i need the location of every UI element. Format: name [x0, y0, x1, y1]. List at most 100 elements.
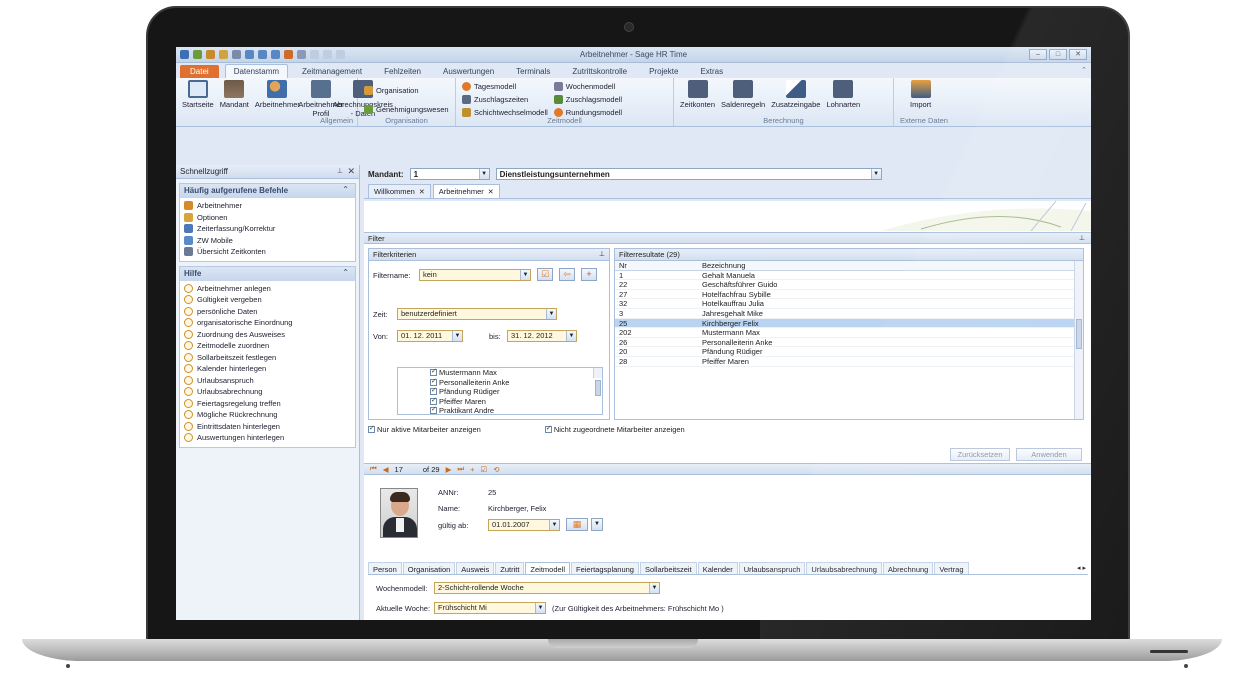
lohnarten-button[interactable]: Lohnarten	[823, 80, 863, 109]
table-row[interactable]: 202 Mustermann Max	[615, 328, 1076, 338]
zuruecksetzen-button[interactable]: Zurücksetzen	[950, 448, 1010, 461]
tab-person[interactable]: Person	[368, 562, 402, 574]
employee-checkbox[interactable]	[430, 368, 437, 377]
maximize-button[interactable]: □	[1049, 49, 1067, 60]
help-item[interactable]: Gültigkeit vergeben	[184, 294, 351, 306]
help-item[interactable]: Feiertagsregelung treffen	[184, 398, 351, 410]
tab-scroll-icon[interactable]: ◂ ▸	[1077, 564, 1086, 572]
tab-willkommen[interactable]: Willkommen ✕	[368, 184, 431, 198]
table-row[interactable]: 26 Personalleiterin Anke	[615, 338, 1076, 348]
pin-icon[interactable]: ⊥	[599, 250, 605, 258]
tab-organisation[interactable]: Organisation	[402, 562, 456, 574]
startseite-button[interactable]: Startseite	[179, 80, 217, 109]
mandant-number-select[interactable]: 1 ▼	[409, 168, 490, 180]
help-item[interactable]: Kalender hinterlegen	[184, 363, 351, 375]
filtername-select[interactable]: kein ▼	[419, 269, 531, 281]
pin-icon[interactable]: ⊥	[1079, 234, 1085, 242]
quick-command-item[interactable]: Arbeitnehmer	[184, 200, 351, 212]
cancel-record-icon[interactable]: ⟲	[493, 465, 499, 474]
employee-checkbox[interactable]	[430, 377, 437, 386]
organisation-button[interactable]: Organisation	[364, 85, 449, 96]
tab-zutritt[interactable]: Zutritt	[495, 562, 525, 574]
list-item[interactable]: Praktikant Andre	[398, 405, 602, 414]
help-item[interactable]: Zuordnung des Ausweises	[184, 329, 351, 341]
column-header-nr[interactable]: Nr	[615, 261, 702, 270]
filter-header[interactable]: Filter ⊥	[364, 232, 1091, 244]
pin-icon[interactable]: ⊥	[337, 167, 343, 175]
calendar-icon[interactable]: ▦	[566, 518, 588, 531]
table-row[interactable]: 32 Hotelkauffrau Julia	[615, 299, 1076, 309]
help-item[interactable]: Auswertungen hinterlegen	[184, 432, 351, 444]
import-button[interactable]: Import	[907, 80, 934, 109]
nicht-zugeordnete-checkbox[interactable]	[544, 424, 552, 433]
add-icon[interactable]: +	[581, 268, 597, 281]
zeitkonten-button[interactable]: Zeitkonten	[677, 80, 718, 109]
tab-ausweis[interactable]: Ausweis	[456, 562, 495, 574]
help-item[interactable]: Urlaubsanspruch	[184, 375, 351, 387]
hilfe-header[interactable]: Hilfe ⌃	[180, 266, 355, 281]
table-row[interactable]: 3 Jahresgehalt Mike	[615, 309, 1076, 319]
table-row[interactable]: 22 Geschäftsführer Guido	[615, 280, 1076, 290]
close-icon[interactable]: ✕	[347, 166, 355, 177]
help-item[interactable]: Eintrittsdaten hinterlegen	[184, 421, 351, 433]
tab-datei[interactable]: Datei	[180, 65, 219, 78]
help-item[interactable]: Zeitmodelle zuordnen	[184, 340, 351, 352]
scrollbar[interactable]	[593, 368, 602, 396]
scrollbar-thumb[interactable]	[595, 380, 601, 396]
nav-prev-icon[interactable]: ◀	[383, 465, 389, 474]
table-row[interactable]: 27 Hotelfachfrau Sybille	[615, 290, 1076, 300]
help-item[interactable]: persönliche Daten	[184, 306, 351, 318]
close-button[interactable]: ✕	[1069, 49, 1087, 60]
table-row[interactable]: 20 Pfändung Rüdiger	[615, 347, 1076, 357]
tab-extras[interactable]: Extras	[692, 65, 731, 78]
scrollbar-thumb[interactable]	[1076, 319, 1082, 349]
zuschlagsmodell-button[interactable]: Zuschlagsmodell	[553, 94, 622, 105]
tab-feiertagsplanung[interactable]: Feiertagsplanung	[571, 562, 639, 574]
edit-record-icon[interactable]: ☑	[480, 465, 487, 474]
nav-next-icon[interactable]: ▶	[446, 465, 452, 474]
list-item[interactable]: Pfändung Rüdiger	[398, 386, 602, 397]
tab-zeitmodell[interactable]: Zeitmodell	[525, 562, 571, 574]
quick-command-item[interactable]: Übersicht Zeitkonten	[184, 246, 351, 258]
employee-checkbox[interactable]	[430, 386, 437, 396]
tab-fehlzeiten[interactable]: Fehlzeiten	[376, 65, 429, 78]
column-header-bezeichnung[interactable]: Bezeichnung	[702, 261, 1076, 270]
frequent-commands-header[interactable]: Häufig aufgerufene Befehle ⌃	[180, 184, 355, 198]
table-row[interactable]: 25 Kirchberger Felix	[615, 318, 1076, 329]
tab-abrechnung[interactable]: Abrechnung	[882, 562, 934, 574]
aktuelle-woche-select[interactable]: Frühschicht Mi ▼	[434, 602, 546, 614]
help-item[interactable]: organisatorische Einordnung	[184, 317, 351, 329]
tab-vertrag[interactable]: Vertrag	[934, 562, 969, 574]
tab-zutrittskontrolle[interactable]: Zutrittskontrolle	[564, 65, 635, 78]
tab-urlaubsanspruch[interactable]: Urlaubsanspruch	[738, 562, 806, 574]
tab-kalender[interactable]: Kalender	[697, 562, 738, 574]
von-date-picker[interactable]: 01. 12. 2011 ▼	[397, 330, 463, 342]
quick-command-item[interactable]: Optionen	[184, 212, 351, 224]
apply-filter-icon[interactable]: ☑	[537, 268, 553, 281]
tab-urlaubsabrechnung[interactable]: Urlaubsabrechnung	[806, 562, 882, 574]
tab-datenstamm[interactable]: Datenstamm	[224, 64, 289, 78]
chevron-down-icon[interactable]: ▼	[591, 518, 603, 531]
arbeitnehmer-button[interactable]: Arbeitnehmer	[252, 80, 303, 109]
valid-from-select[interactable]: 01.01.2007 ▼	[488, 519, 560, 531]
saldenregeln-button[interactable]: Saldenregeln	[718, 80, 768, 109]
list-item[interactable]: Pfeiffer Maren	[398, 396, 602, 407]
tagesmodell-button[interactable]: Tagesmodell	[462, 81, 548, 92]
nav-first-icon[interactable]: ⏮	[370, 464, 377, 474]
help-item[interactable]: Mögliche Rückrechnung	[184, 409, 351, 421]
close-icon[interactable]: ✕	[419, 189, 425, 196]
help-item[interactable]: Sollarbeitszeit festlegen	[184, 352, 351, 364]
mandant-button[interactable]: Mandant	[217, 80, 252, 109]
help-item[interactable]: Arbeitnehmer anlegen	[184, 283, 351, 295]
bis-date-picker[interactable]: 31. 12. 2012 ▼	[507, 330, 577, 342]
nav-last-icon[interactable]: ⏭	[457, 464, 464, 474]
tab-arbeitnehmer[interactable]: Arbeitnehmer ✕	[432, 184, 500, 198]
wochenmodell-button[interactable]: Wochenmodell	[553, 81, 622, 92]
tab-terminals[interactable]: Terminals	[508, 65, 558, 78]
quick-command-item[interactable]: ZW Mobile	[184, 235, 351, 247]
tab-auswertungen[interactable]: Auswertungen	[435, 65, 502, 78]
collapse-icon[interactable]: ⌃	[342, 268, 349, 277]
zusatzeingabe-button[interactable]: Zusatzeingabe	[768, 80, 823, 109]
wochenmodell-select[interactable]: 2-Schicht-rollende Woche ▼	[434, 582, 660, 594]
genehmigungswesen-button[interactable]: Genehmigungswesen	[364, 104, 449, 115]
